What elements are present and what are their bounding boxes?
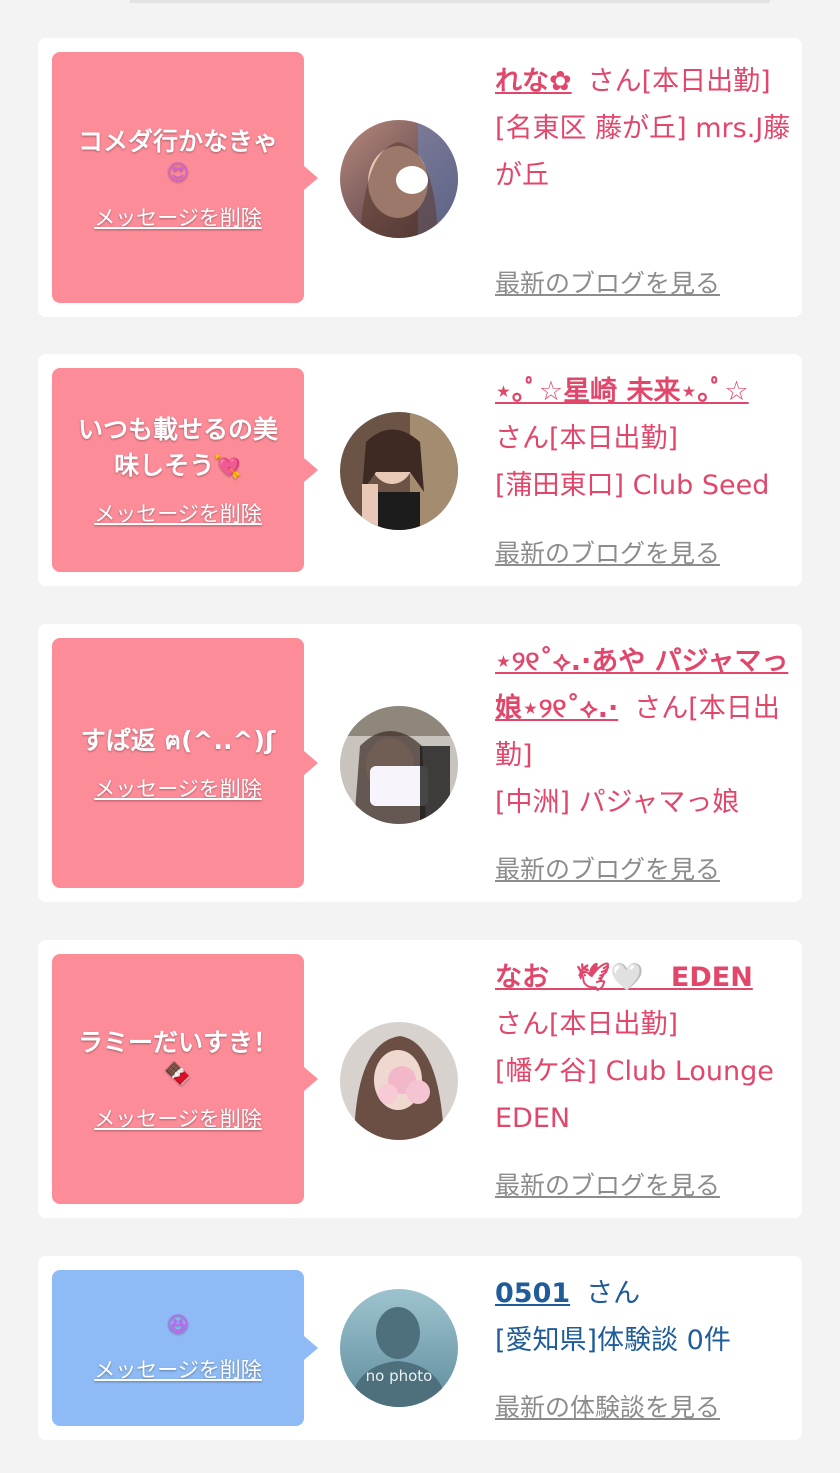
shop-info: [蒲田東口] Club Seed [495, 470, 770, 501]
user-info: ⋆｡ﾟ☆星崎 未来⋆｡ﾟ☆ さん[本日出勤] [蒲田東口] Club Seed [495, 368, 795, 509]
message-bubble: ラミーだいすき！ 🍫 メッセージを削除 [52, 954, 318, 1204]
review-info: [愛知県]体験談 0件 [495, 1325, 731, 1356]
top-divider [130, 0, 770, 3]
message-card: いつも載せるの美味しそう💘 メッセージを削除 ⋆｡ﾟ☆星崎 未来⋆｡ﾟ☆ さん[… [38, 354, 802, 586]
delete-message-link[interactable]: メッセージを削除 [94, 202, 262, 232]
avatar[interactable] [340, 120, 458, 238]
user-info: れな✿ さん[本日出勤] [名東区 藤が丘] mrs.J藤が丘 [495, 58, 795, 199]
user-info: 0501 さん [愛知県]体験談 0件 [495, 1270, 795, 1364]
user-status: さん[本日出勤] [495, 1009, 679, 1040]
laughing-face-emoji-icon: 😆 [166, 1313, 190, 1338]
message-bubble: コメダ行かなきゃ 😍 メッセージを削除 [52, 52, 318, 303]
avatar[interactable] [340, 1022, 458, 1140]
chocolate-emoji-icon: 🍫 [164, 1062, 192, 1087]
delete-message-link[interactable]: メッセージを削除 [94, 498, 262, 528]
delete-message-link[interactable]: メッセージを削除 [94, 773, 262, 803]
heart-eyes-emoji-icon: 😍 [166, 160, 190, 186]
heart-emoji-icon: 💘 [214, 455, 242, 480]
avatar[interactable] [340, 412, 458, 530]
message-text: いつも載せるの美味しそう [77, 415, 278, 480]
message-bubble: 😆 メッセージを削除 [52, 1270, 318, 1426]
no-photo-text: no photo [366, 1367, 433, 1385]
blog-link[interactable]: 最新のブログを見る [495, 534, 720, 570]
user-info: ⋆୨୧˚⟡.·あや パジャマっ娘⋆୨୧˚⟡.· さん[本日出勤] [中洲] パジャ… [495, 638, 795, 826]
message-text: ラミーだいすき！ [77, 1028, 278, 1057]
blog-link[interactable]: 最新のブログを見る [495, 1166, 720, 1202]
delete-message-link[interactable]: メッセージを削除 [94, 1354, 262, 1384]
message-text: すぱ返 ฅ(^..^)ʃ [80, 726, 276, 755]
message-card: コメダ行かなきゃ 😍 メッセージを削除 れな✿ さん[本日出勤] [名東区 藤が丘… [38, 38, 802, 317]
avatar[interactable] [340, 706, 458, 824]
blog-link[interactable]: 最新のブログを見る [495, 264, 720, 300]
avatar[interactable]: no photo [340, 1289, 458, 1407]
user-name-link[interactable]: 0501 [495, 1278, 570, 1309]
user-name-link[interactable]: ⋆｡ﾟ☆星崎 未来⋆｡ﾟ☆ [495, 376, 749, 407]
message-card: ラミーだいすき！ 🍫 メッセージを削除 なお 🕊🤍 EDEN さん[本日出勤] … [38, 940, 802, 1218]
message-bubble: すぱ返 ฅ(^..^)ʃ メッセージを削除 [52, 638, 318, 888]
shop-info: [中洲] パジャマっ娘 [495, 787, 740, 818]
message-card: すぱ返 ฅ(^..^)ʃ メッセージを削除 ⋆୨୧˚⟡.·あや パジャマっ娘⋆୨… [38, 624, 802, 902]
shop-info: [名東区 藤が丘] mrs.J藤が丘 [495, 113, 791, 191]
user-name-link[interactable]: れな✿ [495, 66, 572, 97]
message-bubble: いつも載せるの美味しそう💘 メッセージを削除 [52, 368, 318, 572]
user-status: さん [586, 1278, 641, 1309]
review-link[interactable]: 最新の体験談を見る [495, 1388, 720, 1424]
user-status: さん[本日出勤] [495, 423, 679, 454]
user-status: さん[本日出勤] [587, 66, 771, 97]
shop-info: [幡ケ谷] Club Lounge EDEN [495, 1056, 774, 1134]
message-text: コメダ行かなきゃ [77, 126, 278, 156]
message-card: 😆 メッセージを削除 no photo 0501 さん [愛知県]体験談 0件 最… [38, 1256, 802, 1440]
blog-link[interactable]: 最新のブログを見る [495, 850, 720, 886]
user-name-link[interactable]: なお 🕊🤍 EDEN [495, 962, 753, 993]
user-info: なお 🕊🤍 EDEN さん[本日出勤] [幡ケ谷] Club Lounge ED… [495, 954, 795, 1142]
delete-message-link[interactable]: メッセージを削除 [94, 1103, 262, 1133]
